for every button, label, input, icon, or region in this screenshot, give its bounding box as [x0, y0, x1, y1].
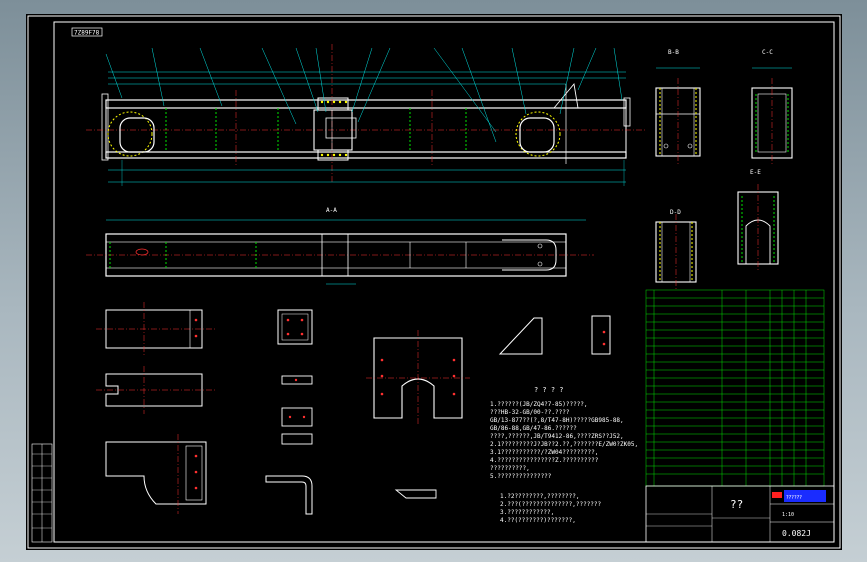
tech-note-b1: 1.?2????????,????????, [500, 493, 579, 500]
front-view [86, 44, 646, 186]
drawing-sheet: 7Z89F78 A-A B-B C-C D-D E-E ? ? ? ? 1.??… [26, 14, 842, 550]
revision-table [31, 443, 53, 543]
scale-label: 1:10 [782, 512, 794, 518]
tech-note-10: 5.??????????????? [490, 473, 552, 480]
drawing-number: 7Z89F78 [74, 30, 100, 37]
view-ee-title: E-E [750, 169, 761, 176]
technical-notes: ? ? ? ? 1.??????(JB/ZQ4?7-85)?????, ???H… [490, 386, 638, 524]
section-aa-title: A-A [326, 207, 337, 214]
tech-note-6: 2.1?????????J?JB??2.??,???????E/ZW0?ZK05… [490, 441, 638, 448]
tech-note-5: ????,??????,JB/T9412-86,????ZRS??J52, [490, 433, 624, 440]
title-block: ?? ?????? 0.082J 1:10 [645, 485, 835, 543]
company-mark [772, 492, 782, 498]
view-d-d: D-D [655, 209, 697, 290]
tech-note-2: ???HB-32-GB/00-??.???? [490, 409, 570, 416]
company-name: ?????? [786, 495, 802, 501]
view-dd-title: D-D [670, 209, 681, 216]
view-b-b: B-B [655, 49, 701, 164]
tech-note-b4: 4.??(???????)???????, [500, 517, 576, 524]
tech-note-3: GB/13-877??(?,8/T47-8H)?????GB985-88, [490, 417, 624, 424]
tech-note-b3: 3.????????????, [500, 509, 554, 516]
view-bb-title: B-B [668, 49, 679, 56]
detail-parts [96, 302, 611, 515]
tech-note-7: 3.1???????????/?ZW04?????????, [490, 449, 598, 456]
tech-note-4: GB/86-88,GB/47-86.?????? [490, 425, 577, 432]
tech-note-1: 1.??????(JB/ZQ4?7-85)?????, [490, 401, 588, 408]
outer-border [27, 15, 841, 549]
tech-note-b2: 2.???(??????????????,??????? [500, 501, 602, 508]
view-c-c: C-C [751, 49, 793, 164]
parts-list [645, 289, 825, 487]
view-e-e: E-E [737, 169, 779, 272]
title-name: ?? [730, 498, 743, 511]
view-cc-title: C-C [762, 49, 773, 56]
cad-drawing-canvas: 7Z89F78 A-A B-B C-C D-D E-E ? ? ? ? 1.??… [27, 15, 841, 549]
section-a-a-view: A-A [86, 207, 594, 285]
drawing-code: 0.082J [782, 529, 811, 538]
tech-note-9: ??????????, [490, 465, 530, 472]
tech-notes-title: ? ? ? ? [534, 386, 564, 394]
tech-note-8: 4.????????????????Z.?????????? [490, 457, 599, 464]
